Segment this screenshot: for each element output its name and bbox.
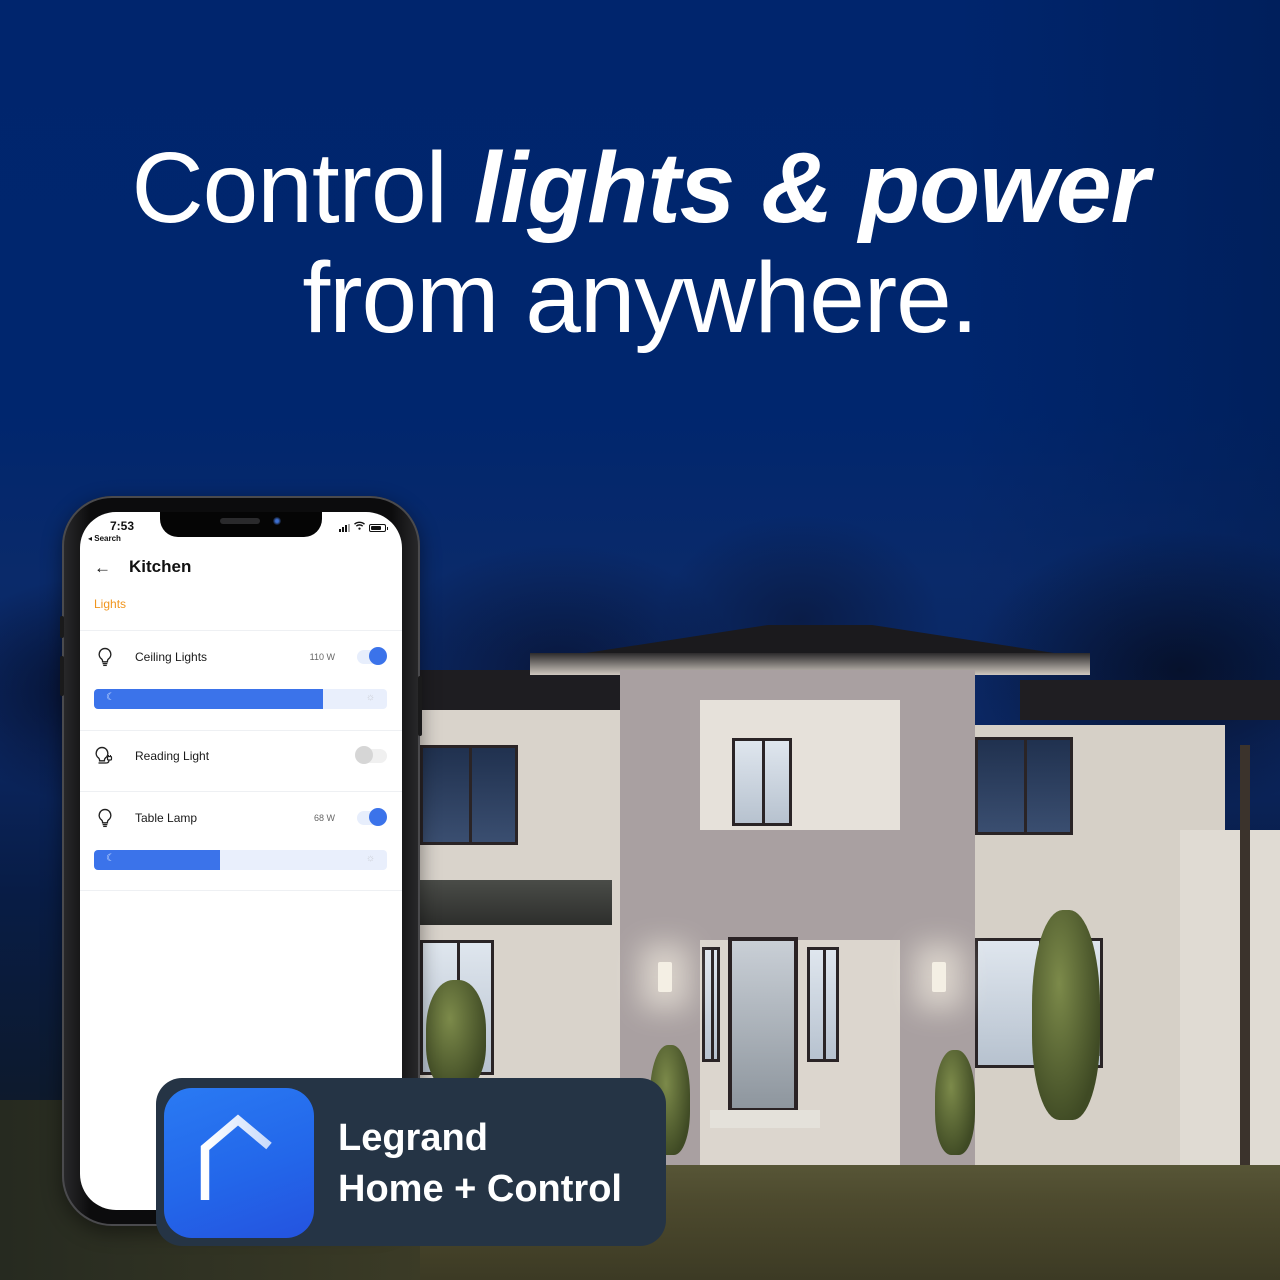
app-name: Home + Control xyxy=(338,1168,622,1210)
brand-name: Legrand xyxy=(338,1117,488,1159)
status-time: 7:53 xyxy=(110,519,135,533)
device-row-reading-light[interactable]: Reading Light xyxy=(80,743,402,769)
device-toggle[interactable] xyxy=(357,647,387,665)
sun-icon: ☼ xyxy=(365,853,375,864)
toggle-knob xyxy=(369,647,387,665)
moon-icon: ☾ xyxy=(106,853,115,864)
device-row-table-lamp[interactable]: Table Lamp 68 W xyxy=(80,805,402,831)
device-name: Table Lamp xyxy=(135,811,198,825)
divider xyxy=(80,630,402,631)
front-step xyxy=(710,1110,820,1128)
phone-notch xyxy=(160,512,322,537)
device-toggle[interactable] xyxy=(357,808,387,826)
front-camera xyxy=(273,517,281,525)
app-header: ← Kitchen xyxy=(80,552,402,582)
moon-icon: ☾ xyxy=(106,692,115,703)
page-title: Kitchen xyxy=(129,557,192,576)
bulb-icon xyxy=(94,807,116,829)
topiary xyxy=(1032,910,1100,1120)
home-outline-icon xyxy=(200,1114,272,1201)
back-to-search-link[interactable]: ◂ Search xyxy=(88,534,121,543)
toggle-knob xyxy=(355,746,373,764)
brightness-slider[interactable]: ☾ ☼ xyxy=(94,689,387,709)
bulb-plug-icon xyxy=(94,745,116,767)
wifi-icon xyxy=(354,521,365,532)
front-door xyxy=(728,937,798,1112)
device-power: 68 W xyxy=(313,813,335,823)
device-toggle[interactable] xyxy=(355,746,387,764)
window xyxy=(420,745,518,845)
window xyxy=(732,738,792,826)
divider xyxy=(80,730,402,731)
window xyxy=(975,737,1073,835)
toggle-knob xyxy=(369,808,387,826)
phone-side-button xyxy=(418,676,422,736)
section-label-lights: Lights xyxy=(94,597,127,611)
window xyxy=(702,947,720,1062)
bulb-icon xyxy=(94,646,116,668)
shrub xyxy=(935,1050,975,1155)
porch-roof xyxy=(420,880,612,925)
battery-icon xyxy=(369,524,388,532)
speaker-grille xyxy=(220,518,260,524)
headline-line-1: Control lights & power xyxy=(0,133,1280,243)
headline-regular: Control xyxy=(131,132,474,244)
wall-sconce xyxy=(658,962,672,992)
headline-emphasis: lights & power xyxy=(473,132,1150,244)
upper-bay xyxy=(700,700,900,830)
phone-side-button xyxy=(60,616,64,638)
signal-icon xyxy=(339,524,350,532)
status-icons xyxy=(339,521,388,532)
app-badge: Legrand Home + Control xyxy=(156,1078,666,1246)
slider-fill xyxy=(94,689,323,709)
divider xyxy=(80,791,402,792)
sun-icon: ☼ xyxy=(365,692,375,703)
device-name: Ceiling Lights xyxy=(135,650,208,664)
device-name: Reading Light xyxy=(135,749,210,763)
divider xyxy=(80,890,402,891)
device-row-ceiling-lights[interactable]: Ceiling Lights 110 W xyxy=(80,644,402,670)
window xyxy=(807,947,839,1062)
garage-wall xyxy=(1180,830,1280,1165)
device-power: 110 W xyxy=(309,652,335,662)
topiary xyxy=(426,980,486,1090)
bare-tree xyxy=(1240,745,1250,1165)
headline-line-2: from anywhere. xyxy=(302,242,978,354)
app-icon xyxy=(164,1088,314,1238)
wall-sconce xyxy=(932,962,946,992)
roof-right xyxy=(1020,680,1280,720)
brightness-slider[interactable]: ☾ ☼ xyxy=(94,850,387,870)
headline: Control lights & power from anywhere. xyxy=(0,133,1280,353)
phone-side-button xyxy=(60,656,64,696)
back-arrow-icon[interactable]: ← xyxy=(94,559,114,576)
